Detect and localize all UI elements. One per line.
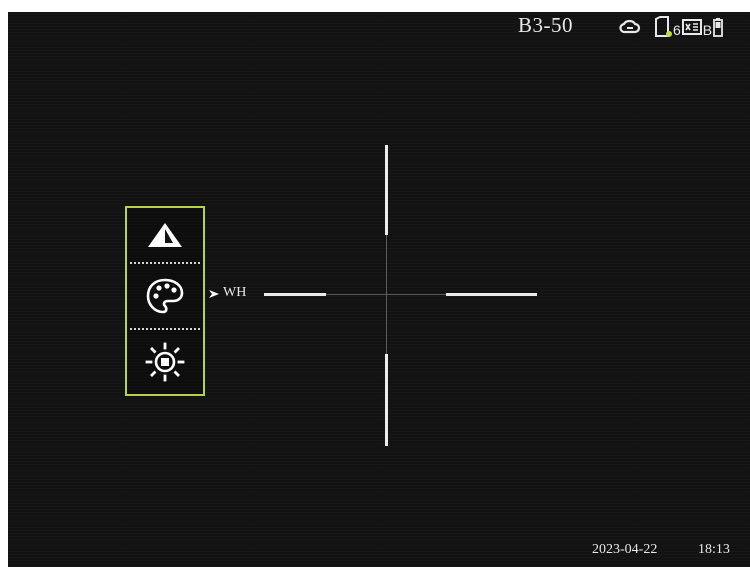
warning-triangle-icon	[148, 223, 182, 247]
reticle-left-bar	[264, 293, 326, 296]
sd-count: 6	[673, 22, 681, 38]
quick-menu	[125, 206, 205, 396]
menu-separator	[130, 328, 200, 330]
palette-value: WH	[223, 285, 247, 300]
record-icon	[681, 19, 702, 35]
menu-item-brightness[interactable]	[127, 334, 203, 390]
thermal-viewfinder: B3-50 6 B WH 2023-04-22 18:13	[8, 12, 750, 567]
battery-icon	[713, 18, 724, 37]
sd-card-icon	[654, 16, 672, 38]
menu-item-calibration[interactable]	[127, 212, 203, 258]
cloud-link-icon	[619, 19, 641, 34]
profile-label: B3-50	[518, 13, 573, 37]
time-display: 18:13	[698, 542, 730, 557]
date-display: 2023-04-22	[592, 542, 658, 557]
menu-separator	[130, 262, 200, 264]
battery-letter: B	[702, 22, 713, 38]
palette-icon	[146, 278, 184, 314]
brightness-icon	[145, 342, 185, 382]
reticle-bottom-bar	[385, 354, 388, 446]
status-bar: 6 B	[618, 14, 724, 40]
selection-pointer-icon	[209, 290, 219, 298]
reticle-center-horizontal	[326, 294, 446, 295]
menu-item-palette[interactable]	[127, 268, 203, 324]
reticle-right-bar	[446, 293, 537, 296]
sd-status-dot	[666, 31, 672, 37]
reticle-top-bar	[385, 145, 388, 235]
